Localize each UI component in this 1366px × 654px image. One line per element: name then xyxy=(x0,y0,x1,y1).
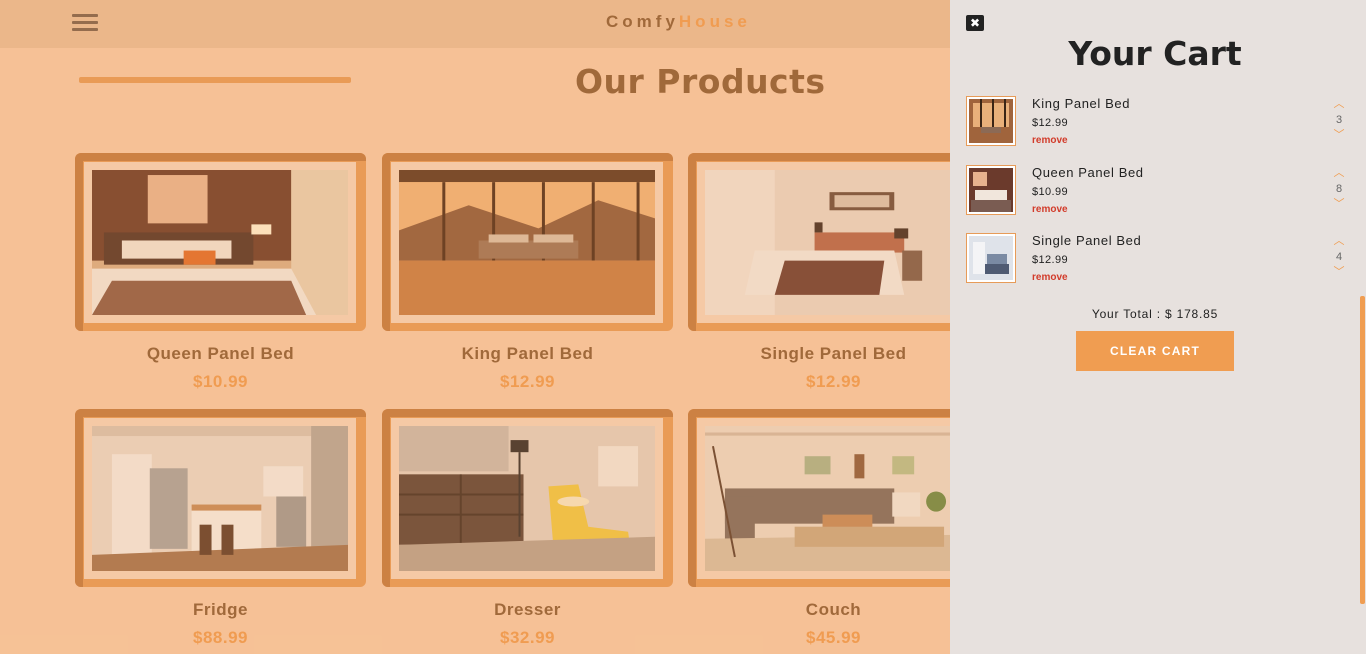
product-image-frame xyxy=(75,153,366,331)
remove-button[interactable]: remove xyxy=(1032,135,1068,146)
cart-item-name: Queen Panel Bed xyxy=(1032,165,1144,180)
chevron-up-icon[interactable]: ︿ xyxy=(1333,168,1345,179)
cart-panel: ✖ Your Cart King Panel Bed $12.99 remove… xyxy=(950,0,1366,654)
product-image-frame xyxy=(75,409,366,587)
clear-cart-button[interactable]: CLEAR CART xyxy=(1076,331,1234,371)
product-price: $45.99 xyxy=(806,628,861,647)
product-card[interactable]: Queen Panel Bed $10.99 xyxy=(75,153,366,392)
product-price: $32.99 xyxy=(500,628,555,647)
product-card[interactable]: Fridge $88.99 xyxy=(75,409,366,648)
product-name: Queen Panel Bed xyxy=(146,344,295,363)
cart-item-price: $12.99 xyxy=(1032,254,1069,266)
chevron-down-icon[interactable]: ﹀ xyxy=(1333,130,1345,141)
product-image-frame xyxy=(382,153,673,331)
chevron-up-icon[interactable]: ︿ xyxy=(1333,236,1345,247)
cart-item-price: $12.99 xyxy=(1032,117,1069,129)
product-image-frame xyxy=(688,409,979,587)
cart-item-price: $10.99 xyxy=(1032,186,1069,198)
chevron-down-icon[interactable]: ﹀ xyxy=(1333,267,1345,278)
bedroom-photo[interactable] xyxy=(399,170,655,315)
cart-item-name: King Panel Bed xyxy=(1032,96,1131,111)
product-price: $12.99 xyxy=(806,372,861,391)
product-name: Couch xyxy=(805,600,862,619)
brand-part2: House xyxy=(678,12,751,31)
product-card[interactable]: King Panel Bed $12.99 xyxy=(382,153,673,392)
cart-item-thumbnail xyxy=(966,96,1016,146)
brand-logo[interactable]: ComfyHouse xyxy=(606,12,751,32)
cart-item: Queen Panel Bed $10.99 remove ︿ 8 ﹀ xyxy=(966,165,1356,217)
product-name: Single Panel Bed xyxy=(760,344,907,363)
product-image-frame xyxy=(382,409,673,587)
product-price: $12.99 xyxy=(500,372,555,391)
product-image-frame xyxy=(688,153,979,331)
product-card[interactable]: Dresser $32.99 xyxy=(382,409,673,648)
product-price: $10.99 xyxy=(193,372,248,391)
cart-item-name: Single Panel Bed xyxy=(1032,233,1142,248)
cart-item-quantity: 4 xyxy=(1335,251,1343,263)
cart-item-thumbnail xyxy=(966,165,1016,215)
product-name: Dresser xyxy=(494,600,561,619)
cart-item-quantity: 3 xyxy=(1335,114,1343,126)
product-name: Fridge xyxy=(193,600,248,619)
product-card[interactable]: Single Panel Bed $12.99 xyxy=(688,153,979,392)
cart-total: Your Total : $ 178.85 xyxy=(1091,307,1219,321)
product-card[interactable]: Couch $45.99 xyxy=(688,409,979,648)
section-divider xyxy=(79,77,351,83)
bedroom-photo[interactable] xyxy=(705,170,961,315)
cart-item: Single Panel Bed $12.99 remove ︿ 4 ﹀ xyxy=(966,233,1356,285)
product-price: $88.99 xyxy=(193,628,248,647)
room-photo[interactable] xyxy=(399,426,655,571)
product-name: King Panel Bed xyxy=(461,344,594,363)
chevron-up-icon[interactable]: ︿ xyxy=(1333,99,1345,110)
cart-item: King Panel Bed $12.99 remove ︿ 3 ﹀ xyxy=(966,96,1356,148)
cart-item-quantity: 8 xyxy=(1335,183,1343,195)
living-room-photo[interactable] xyxy=(705,426,961,571)
cart-item-thumbnail xyxy=(966,233,1016,283)
close-icon[interactable]: ✖ xyxy=(966,15,984,31)
chevron-down-icon[interactable]: ﹀ xyxy=(1333,199,1345,210)
menu-icon[interactable] xyxy=(72,9,98,35)
remove-button[interactable]: remove xyxy=(1032,204,1068,215)
scrollbar[interactable] xyxy=(1360,296,1365,604)
bedroom-photo[interactable] xyxy=(92,170,348,315)
remove-button[interactable]: remove xyxy=(1032,272,1068,283)
section-title: Our Products xyxy=(575,62,826,101)
brand-part1: Comfy xyxy=(606,12,679,31)
cart-title: Your Cart xyxy=(1068,34,1242,73)
kitchen-photo[interactable] xyxy=(92,426,348,571)
